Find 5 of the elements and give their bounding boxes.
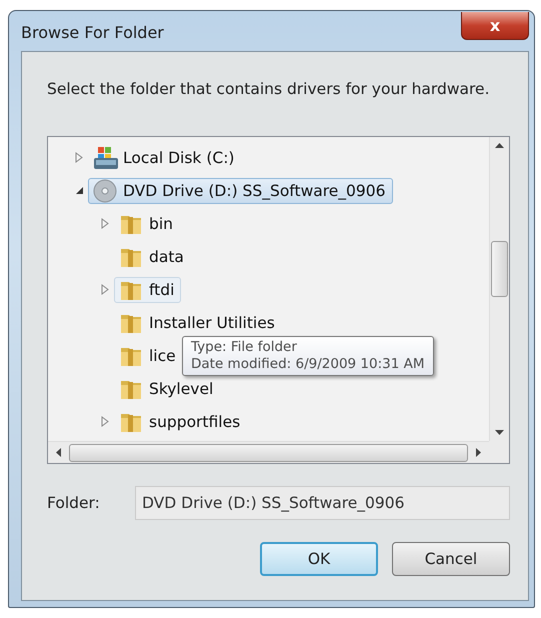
- instruction-text: Select the folder that contains drivers for your hardware.: [47, 80, 491, 98]
- window-title: Browse For Folder: [21, 23, 164, 42]
- tooltip-line: Type: File folder: [191, 339, 298, 356]
- folder-label: Folder:: [47, 494, 101, 512]
- tooltip-line: Date modified: 6/9/2009 10:31 AM: [191, 356, 425, 373]
